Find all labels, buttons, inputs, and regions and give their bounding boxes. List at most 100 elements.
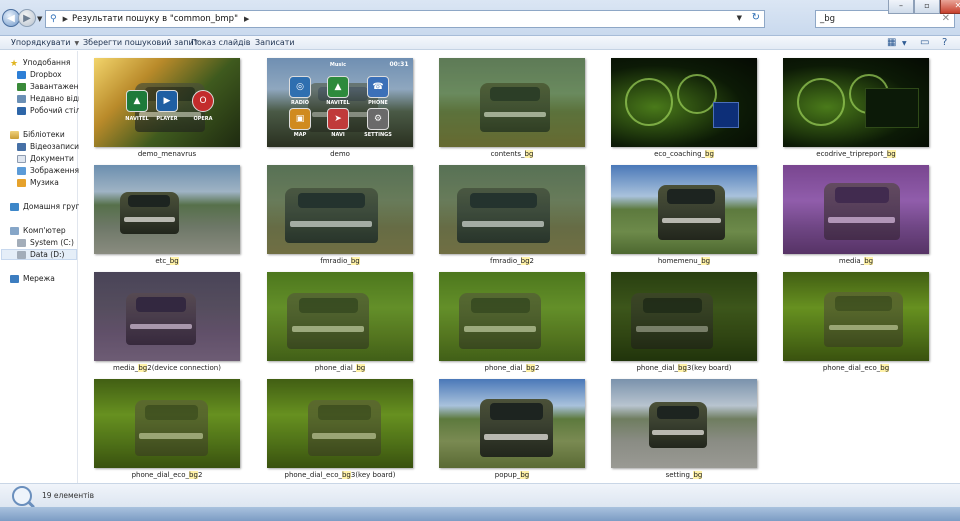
file-name-text: demo_menavrus [137, 150, 197, 158]
music-icon [17, 178, 26, 187]
thumbnail-image [267, 272, 413, 361]
network-icon [10, 274, 19, 283]
sidebar-item-libraries[interactable]: Бібліотеки [10, 129, 65, 140]
thumbnail-image [611, 379, 757, 468]
file-item[interactable]: popup_bg [424, 372, 596, 479]
car-image [120, 191, 179, 235]
sidebar-item-desktop[interactable]: Робочий стіл [17, 105, 80, 116]
car-image [648, 402, 708, 449]
sidebar-item-dropbox[interactable]: Dropbox [17, 69, 62, 80]
breadcrumb-chevron-icon[interactable]: ▶ [63, 15, 68, 23]
file-item[interactable]: phone_dial_eco_bg3(key board) [252, 372, 424, 479]
sidebar-item-label: Робочий стіл [30, 106, 81, 115]
sidebar-item-homegroup[interactable]: Домашня група [10, 201, 85, 212]
gauge-icon [625, 78, 673, 126]
file-item[interactable]: phone_dial_bg [252, 265, 424, 372]
file-name-highlight: bg [886, 150, 896, 158]
file-item[interactable]: media_bg2(device connection) [79, 265, 251, 372]
thumbnail-image [439, 58, 585, 147]
file-item[interactable]: contents_bg [424, 51, 596, 158]
sidebar-item-music[interactable]: Музика [17, 177, 59, 188]
file-item[interactable]: phone_dial_eco_bg [768, 265, 940, 372]
overlay [439, 272, 585, 361]
address-field[interactable]: ⚲ ▶ Результати пошуку в "common_bmp" ▶ ▼… [45, 10, 765, 28]
navigation-pane: ★ Уподобання Dropbox Завантаження Недавно… [0, 51, 88, 483]
file-item[interactable]: Music 00:31 ◎ ▲ ☎ RADIO NAVITEL PHONE ▣ … [252, 51, 424, 158]
change-view-icon[interactable]: ▦ [887, 37, 896, 48]
thumbnail-image [94, 379, 240, 468]
file-item[interactable]: phone_dial_bg2 [424, 265, 596, 372]
thumb-label: NAVI [331, 132, 345, 138]
burn-button[interactable]: Записати [255, 38, 295, 47]
view-dropdown-icon[interactable]: ▼ [902, 40, 907, 47]
file-item[interactable]: media_bg [768, 158, 940, 265]
thumbnail-image [611, 165, 757, 254]
save-search-button[interactable]: Зберегти пошуковий запит [83, 38, 198, 47]
thumbnail-image: ▲ ▶ O NAVITEL PLAYER OPERA [94, 58, 240, 147]
maximize-button[interactable]: ▫ [914, 0, 940, 14]
search-results-icon [12, 486, 32, 506]
window-controls: – ▫ ✕ [888, 0, 960, 16]
settings-app-icon: ⚙ [367, 108, 389, 130]
sidebar-item-downloads[interactable]: Завантаження [17, 81, 88, 92]
sidebar-item-computer[interactable]: Комп'ютер [10, 225, 66, 236]
recent-pages-dropdown-icon[interactable]: ▼ [37, 15, 42, 23]
breadcrumb-chevron-icon[interactable]: ▶ [244, 15, 249, 23]
sidebar-item-documents[interactable]: Документи [17, 153, 74, 164]
file-item[interactable]: setting_bg [596, 372, 768, 479]
file-item[interactable]: eco_coaching_bg [596, 51, 768, 158]
file-name-text: ecodrive_tripreport_ [816, 150, 887, 158]
file-name-text: media_ [838, 257, 865, 265]
thumb-label: RADIO [291, 100, 309, 106]
file-name-highlight: bg [678, 364, 687, 372]
preview-pane-icon[interactable]: ▭ [920, 37, 929, 48]
file-name: fmradio_bg [252, 257, 428, 265]
help-icon[interactable]: ? [942, 37, 947, 48]
sidebar-item-network[interactable]: Мережа [10, 273, 55, 284]
file-name: setting_bg [596, 471, 772, 479]
file-item[interactable]: fmradio_bg2 [424, 158, 596, 265]
thumb-label: NAVITEL [326, 100, 350, 106]
file-name: phone_dial_bg [252, 364, 428, 372]
forward-button[interactable]: ▶ [18, 9, 36, 27]
organize-label: Упорядкувати [11, 38, 71, 47]
overlay [94, 379, 240, 468]
minimize-button[interactable]: – [888, 0, 914, 14]
file-item[interactable]: ▲ ▶ O NAVITEL PLAYER OPERA demo_menavrus [79, 51, 251, 158]
file-item[interactable]: etc_bg [79, 158, 251, 265]
sidebar-item-system-drive[interactable]: System (C:) [17, 237, 74, 248]
refresh-icon[interactable]: ↻ [752, 12, 760, 23]
organize-menu[interactable]: Упорядкувати ▼ [11, 38, 79, 47]
sidebar-item-pictures[interactable]: Зображення [17, 165, 79, 176]
search-value[interactable]: _bg [820, 14, 835, 24]
close-button[interactable]: ✕ [940, 0, 960, 14]
file-list: ▲ ▶ O NAVITEL PLAYER OPERA demo_menavrus… [79, 51, 960, 483]
details-pane: 19 елементів [0, 483, 960, 507]
thumb-label: PHONE [368, 100, 388, 106]
file-item[interactable]: ecodrive_tripreport_bg [768, 51, 940, 158]
file-name-suffix: 2 [197, 471, 203, 479]
overlay [94, 272, 240, 361]
breadcrumb-current[interactable]: Результати пошуку в "common_bmp" [72, 14, 238, 24]
sidebar-item-favorites[interactable]: ★ Уподобання [10, 57, 70, 69]
sidebar-item-videos[interactable]: Відеозаписи [17, 141, 79, 152]
file-name-highlight: bg [524, 150, 534, 158]
file-item[interactable]: fmradio_bg [252, 158, 424, 265]
file-name-text: phone_dial_eco_ [822, 364, 881, 372]
overlay [783, 272, 929, 361]
sidebar-item-label: Data (D:) [30, 250, 65, 259]
file-name-highlight: bg [350, 257, 360, 265]
file-item[interactable]: homemenu_bg [596, 158, 768, 265]
file-item[interactable]: phone_dial_eco_bg2 [79, 372, 251, 479]
file-item[interactable]: phone_dial_bg3(key board) [596, 265, 768, 372]
file-name-text: fmradio_ [490, 257, 521, 265]
address-dropdown-icon[interactable]: ▼ [737, 14, 742, 22]
file-name-highlight: bg [341, 471, 351, 479]
navitel-app-icon: ▲ [327, 76, 349, 98]
slideshow-button[interactable]: Показ слайдів [191, 38, 251, 47]
file-name-highlight: bg [880, 364, 890, 372]
file-name: phone_dial_bg2 [424, 364, 600, 372]
navitel-app-icon: ▲ [126, 90, 148, 112]
sidebar-item-recent[interactable]: Недавно відві [17, 93, 85, 104]
sidebar-item-data-drive[interactable]: Data (D:) [1, 249, 77, 260]
